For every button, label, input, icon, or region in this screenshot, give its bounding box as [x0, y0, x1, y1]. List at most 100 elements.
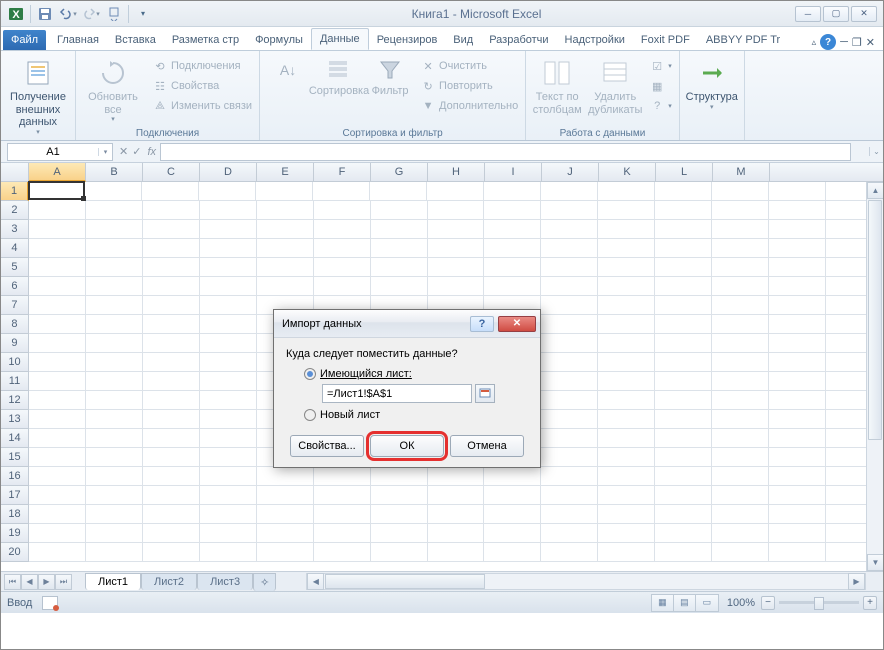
cell[interactable]	[484, 543, 541, 562]
tab-review[interactable]: Рецензиров	[369, 30, 446, 50]
cell[interactable]	[484, 467, 541, 486]
cell[interactable]	[598, 448, 655, 467]
cell[interactable]	[655, 277, 712, 296]
cell[interactable]	[541, 315, 598, 334]
cell[interactable]	[143, 239, 200, 258]
row-header[interactable]: 3	[1, 220, 29, 239]
cell[interactable]	[29, 410, 86, 429]
row-header[interactable]: 9	[1, 334, 29, 353]
cell[interactable]	[541, 239, 598, 258]
tab-addins[interactable]: Надстройки	[557, 30, 633, 50]
close-button[interactable]: ✕	[851, 6, 877, 22]
cell[interactable]	[257, 258, 314, 277]
column-header[interactable]: G	[371, 163, 428, 181]
row-header[interactable]: 20	[1, 543, 29, 562]
column-header[interactable]: F	[314, 163, 371, 181]
cell[interactable]	[712, 334, 769, 353]
row-header[interactable]: 12	[1, 391, 29, 410]
cell[interactable]	[314, 277, 371, 296]
cell[interactable]	[314, 220, 371, 239]
name-box[interactable]: A1 ▾	[7, 143, 113, 161]
cell[interactable]	[200, 448, 257, 467]
cell[interactable]	[484, 277, 541, 296]
cell[interactable]	[86, 486, 143, 505]
cell[interactable]	[769, 277, 826, 296]
column-header[interactable]: J	[542, 163, 599, 181]
clear-filter-button[interactable]: ✕Очистить	[417, 57, 521, 75]
cell[interactable]	[86, 201, 143, 220]
cell[interactable]	[712, 505, 769, 524]
row-header[interactable]: 4	[1, 239, 29, 258]
dialog-titlebar[interactable]: Импорт данных ? ✕	[274, 310, 540, 338]
help-icon[interactable]: ?	[820, 34, 836, 50]
scroll-right-icon[interactable]: ▶	[848, 573, 865, 590]
cell[interactable]	[200, 315, 257, 334]
cell[interactable]	[428, 220, 485, 239]
cell[interactable]	[200, 391, 257, 410]
cell[interactable]	[200, 524, 257, 543]
cell[interactable]	[769, 391, 826, 410]
cell[interactable]	[143, 353, 200, 372]
cell[interactable]	[86, 391, 143, 410]
cell[interactable]	[541, 505, 598, 524]
cell[interactable]	[29, 201, 86, 220]
tab-file[interactable]: Файл	[3, 30, 46, 50]
row-header[interactable]: 19	[1, 524, 29, 543]
cell[interactable]	[143, 467, 200, 486]
cell[interactable]	[200, 296, 257, 315]
cell[interactable]	[428, 201, 485, 220]
data-validation-button[interactable]: ☑▾	[646, 57, 675, 75]
cell[interactable]	[655, 258, 712, 277]
formula-expand-icon[interactable]: ⌄	[869, 147, 883, 156]
cell[interactable]	[314, 524, 371, 543]
cell[interactable]	[86, 277, 143, 296]
cell[interactable]	[655, 505, 712, 524]
cell[interactable]	[769, 239, 826, 258]
cell[interactable]	[314, 486, 371, 505]
ribbon-minimize-icon[interactable]: ▵	[812, 37, 817, 48]
cell[interactable]	[598, 296, 655, 315]
cell[interactable]	[598, 505, 655, 524]
horizontal-scrollbar[interactable]: ◀ ▶	[306, 573, 866, 590]
cell[interactable]	[371, 277, 428, 296]
cell[interactable]	[29, 353, 86, 372]
cell[interactable]	[29, 372, 86, 391]
cell[interactable]	[143, 258, 200, 277]
cell[interactable]	[712, 201, 769, 220]
qat-more-icon[interactable]: ▾	[132, 3, 154, 25]
cell[interactable]	[712, 182, 769, 201]
cell[interactable]	[29, 277, 86, 296]
cell[interactable]	[655, 543, 712, 562]
tab-page-layout[interactable]: Разметка стр	[164, 30, 247, 50]
cell[interactable]	[484, 524, 541, 543]
view-normal-button[interactable]: ▦	[652, 595, 674, 611]
sort-az-button[interactable]: A↓	[264, 55, 312, 83]
cell[interactable]	[314, 201, 371, 220]
cell[interactable]	[655, 239, 712, 258]
cell[interactable]	[29, 296, 86, 315]
cell[interactable]	[769, 201, 826, 220]
cell[interactable]	[371, 524, 428, 543]
cell[interactable]	[655, 467, 712, 486]
cell[interactable]	[598, 372, 655, 391]
cell[interactable]	[712, 429, 769, 448]
view-page-layout-button[interactable]: ▤	[674, 595, 696, 611]
cell[interactable]	[143, 296, 200, 315]
cell[interactable]	[655, 448, 712, 467]
scroll-thumb[interactable]	[868, 200, 882, 440]
cell[interactable]	[200, 277, 257, 296]
cell[interactable]	[769, 258, 826, 277]
cell[interactable]	[257, 486, 314, 505]
cell[interactable]	[598, 410, 655, 429]
zoom-level[interactable]: 100%	[727, 597, 755, 609]
cell[interactable]	[712, 277, 769, 296]
cell[interactable]	[655, 182, 712, 201]
tab-abbyy[interactable]: ABBYY PDF Tr	[698, 30, 788, 50]
cell[interactable]	[86, 524, 143, 543]
cell[interactable]	[428, 467, 485, 486]
cell[interactable]	[143, 505, 200, 524]
cell[interactable]	[598, 201, 655, 220]
cell[interactable]	[541, 258, 598, 277]
radio-existing-sheet[interactable]: Имеющийся лист:	[286, 366, 528, 382]
cell[interactable]	[712, 391, 769, 410]
